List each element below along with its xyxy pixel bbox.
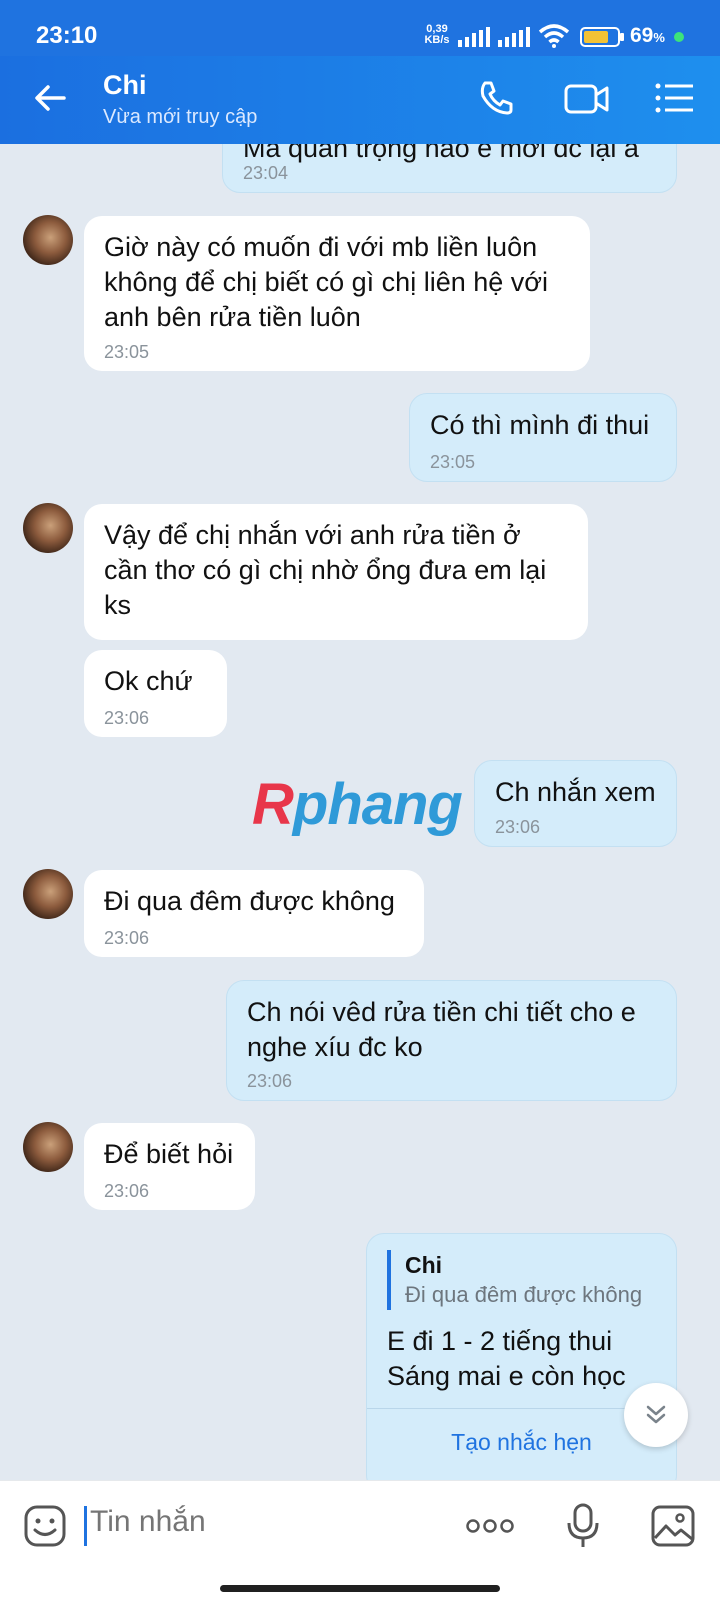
- network-speed: 0,39 KB/s: [424, 23, 450, 46]
- home-indicator[interactable]: [220, 1585, 500, 1592]
- battery-percent: 69%: [630, 24, 665, 47]
- status-bar: 23:10 0,39 KB/s 69%: [0, 0, 720, 56]
- contact-avatar[interactable]: [23, 869, 73, 919]
- contact-avatar[interactable]: [23, 1122, 73, 1172]
- quoted-sender: Chi: [405, 1252, 443, 1278]
- message-bubble[interactable]: Ch nhắn xem 23:06: [474, 760, 677, 847]
- reply-message-bubble[interactable]: Chi Đi qua đêm được không E đi 1 - 2 tiế…: [366, 1233, 677, 1480]
- back-arrow-icon[interactable]: [30, 78, 70, 118]
- contact-status: Vừa mới truy cập: [103, 106, 258, 128]
- quoted-message[interactable]: Chi Đi qua đêm được không: [387, 1250, 656, 1310]
- scroll-to-bottom-button[interactable]: [624, 1383, 688, 1447]
- message-composer: [0, 1480, 720, 1600]
- gallery-icon[interactable]: [651, 1505, 695, 1547]
- video-call-icon[interactable]: [564, 82, 610, 116]
- message-time: 23:06: [104, 1181, 150, 1201]
- message-bubble[interactable]: Ch nói vêd rửa tiền chi tiết cho e nghe …: [226, 980, 677, 1101]
- watermark: Rphang: [252, 772, 463, 837]
- clock: 23:10: [36, 22, 98, 49]
- message-bubble[interactable]: Đi qua đêm được không 23:06: [84, 870, 424, 957]
- privacy-indicator: [674, 32, 684, 42]
- message-time: 23:05: [104, 342, 150, 362]
- phone-icon[interactable]: [478, 79, 516, 117]
- signal-icon: [498, 27, 530, 47]
- contact-avatar[interactable]: [23, 215, 73, 265]
- message-time: 23:06: [247, 1071, 293, 1091]
- message-time: 23:06: [495, 817, 541, 837]
- wifi-icon: [538, 24, 570, 48]
- message-time: 23:06: [104, 928, 150, 948]
- quoted-text: Đi qua đêm được không: [405, 1282, 643, 1307]
- contact-name[interactable]: Chi: [103, 70, 147, 101]
- text-cursor: [84, 1506, 87, 1546]
- message-bubble[interactable]: Có thì mình đi thui 23:05: [409, 393, 677, 482]
- message-bubble[interactable]: Ok chứ 23:06: [84, 650, 227, 737]
- message-bubble[interactable]: Để biết hỏi 23:06: [84, 1123, 255, 1210]
- battery-icon: [580, 27, 624, 47]
- message-input[interactable]: [90, 1505, 390, 1539]
- message-bubble[interactable]: Giờ này có muốn đi với mb liền luôn khôn…: [84, 216, 590, 371]
- message-bubble[interactable]: Vậy để chị nhắn với anh rửa tiền ở cần t…: [84, 504, 588, 640]
- emoji-icon[interactable]: [24, 1505, 66, 1547]
- chat-header: Chi Vừa mới truy cập: [0, 56, 720, 144]
- more-icon[interactable]: [466, 1519, 514, 1533]
- message-time: 23:05: [430, 452, 476, 472]
- contact-avatar[interactable]: [23, 503, 73, 553]
- microphone-icon[interactable]: [566, 1503, 600, 1549]
- menu-icon[interactable]: [654, 82, 694, 114]
- message-bubble[interactable]: Mà quan trọng nào e mới đc lại á 23:04: [222, 144, 677, 193]
- signal-icon: [458, 27, 490, 47]
- chevron-down-icon: [646, 1405, 666, 1424]
- message-time: 23:06: [104, 708, 150, 728]
- message-time: 23:04: [243, 163, 289, 183]
